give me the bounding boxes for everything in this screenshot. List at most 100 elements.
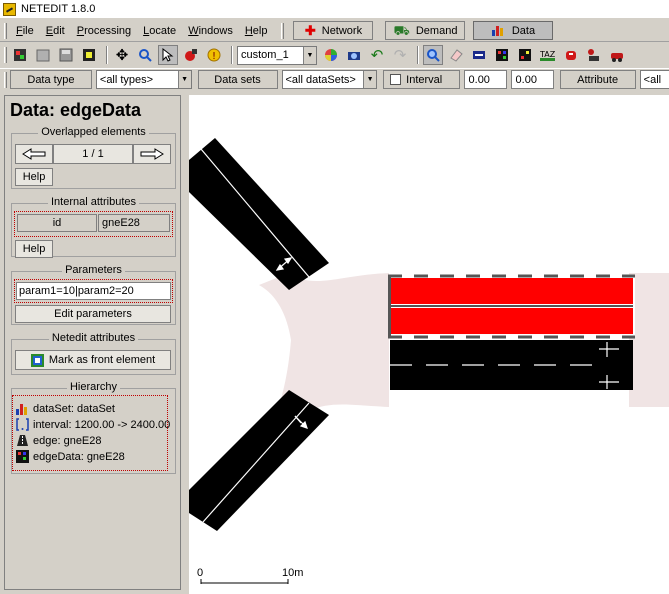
parameters-title: Parameters xyxy=(62,264,125,276)
dataset-icon xyxy=(16,402,29,415)
color-wheel-icon[interactable] xyxy=(321,45,341,65)
edge-icon xyxy=(16,434,29,447)
menu-windows[interactable]: Windows xyxy=(182,25,239,37)
data-type-select[interactable]: <all types> ▼ xyxy=(95,70,192,89)
data-type-button[interactable]: Data type xyxy=(9,70,92,89)
netedit-attributes-group: Netedit attributes Mark as front element xyxy=(11,332,176,375)
svg-text:!: ! xyxy=(212,51,216,62)
network-icon: ✚ xyxy=(304,23,316,38)
edge-upper-left[interactable] xyxy=(189,138,329,290)
menu-bar: File Edit Processing Locate Windows Help… xyxy=(0,20,669,42)
data-filter-bar: Data type <all types> ▼ Data sets <all d… xyxy=(0,68,669,90)
data-sets-button[interactable]: Data sets xyxy=(197,70,278,89)
menu-help[interactable]: Help xyxy=(239,25,274,37)
delete-data-icon[interactable] xyxy=(181,45,201,65)
hierarchy-item-interval[interactable]: interval: 1200.00 -> 2400.00 xyxy=(16,417,170,432)
eraser-delete-icon[interactable] xyxy=(446,45,466,65)
inspect-move-icon[interactable]: ✥ xyxy=(112,45,132,65)
screenshot-camera-icon[interactable] xyxy=(344,45,364,65)
network-canvas[interactable]: 0 10m xyxy=(189,95,669,594)
parameters-field[interactable]: param1=10|param2=20 xyxy=(16,282,171,300)
netedit-title: Netedit attributes xyxy=(48,332,139,344)
interval-icon xyxy=(16,418,29,431)
delete-mode-icon[interactable] xyxy=(561,45,581,65)
overlapped-elements-group: Overlapped elements 1 / 1 Help xyxy=(11,126,176,189)
arrow-left-icon xyxy=(22,148,46,160)
mark-front-element-button[interactable]: Mark as front element xyxy=(15,350,171,370)
front-element-icon xyxy=(30,353,44,367)
main-toolbar: ✥ ! custom_1 ▼ ↶ ↷ TAZ xyxy=(0,43,669,67)
menu-separator xyxy=(281,22,285,39)
parameters-group: Parameters param1=10|param2=20 Edit para… xyxy=(11,264,176,325)
network-mode-button[interactable]: ✚ Network xyxy=(293,21,374,40)
zoom-search-icon[interactable] xyxy=(135,45,155,65)
hierarchy-item-dataset[interactable]: dataSet: dataSet xyxy=(16,401,115,416)
internal-title: Internal attributes xyxy=(48,196,139,208)
chevron-down-icon: ▼ xyxy=(363,71,377,88)
internal-help-button[interactable]: Help xyxy=(15,240,53,258)
previous-arrow-button[interactable] xyxy=(15,144,53,164)
save-as-icon[interactable] xyxy=(79,45,99,65)
select-pointer-icon[interactable] xyxy=(158,45,178,65)
select-mode-icon[interactable] xyxy=(469,45,489,65)
hierarchy-item-edgedata[interactable]: edgeData: gneE28 xyxy=(16,449,125,464)
arrow-right-icon xyxy=(140,148,164,160)
data-icon xyxy=(491,24,506,38)
overlap-counter: 1 / 1 xyxy=(53,144,133,164)
attribute-button[interactable]: Attribute xyxy=(559,70,636,89)
window-title: NETEDIT 1.8.0 xyxy=(21,3,96,15)
interval-begin-field[interactable]: 0.00 xyxy=(463,70,507,89)
info-icon[interactable]: ! xyxy=(204,45,224,65)
inspect-mode-icon[interactable] xyxy=(423,45,443,65)
id-value-field[interactable]: gneE28 xyxy=(98,214,170,232)
menu-grip xyxy=(4,22,7,39)
save-icon[interactable] xyxy=(56,45,76,65)
internal-attributes-group: Internal attributes id gneE28 Help xyxy=(11,196,176,258)
menu-processing[interactable]: Processing xyxy=(71,25,137,37)
redo-icon[interactable]: ↷ xyxy=(390,45,410,65)
svg-text:TAZ: TAZ xyxy=(540,50,556,59)
edge-gneE28-selected[interactable] xyxy=(388,274,635,339)
data-mode-button[interactable]: Data xyxy=(473,21,554,40)
menu-file[interactable]: File xyxy=(10,25,40,37)
edge-data-frame: Data: edgeData Overlapped elements 1 / 1… xyxy=(4,95,181,590)
scale-bar: 0 10m xyxy=(197,567,303,584)
new-network-icon[interactable] xyxy=(10,45,30,65)
vehicle-type-icon[interactable] xyxy=(607,45,627,65)
scale-start-label: 0 xyxy=(197,567,203,579)
network-view[interactable]: 0 10m xyxy=(189,95,669,594)
edge-right-lower[interactable] xyxy=(390,340,633,390)
color-scheme-select[interactable]: custom_1 ▼ xyxy=(237,45,317,65)
demand-mode-button[interactable]: ⛟ Demand xyxy=(385,21,466,40)
data-sets-select[interactable]: <all dataSets> ▼ xyxy=(281,70,378,89)
toolbar-separator-2 xyxy=(231,46,233,64)
open-network-icon[interactable] xyxy=(33,45,53,65)
edit-parameters-button[interactable]: Edit parameters xyxy=(15,305,171,323)
menu-edit[interactable]: Edit xyxy=(40,25,71,37)
edge-rel-data-icon[interactable] xyxy=(515,45,535,65)
overlapped-title: Overlapped elements xyxy=(38,126,149,138)
attribute-select[interactable]: <all xyxy=(639,70,669,89)
chevron-down-icon: ▼ xyxy=(177,71,191,88)
edge-data-icon[interactable] xyxy=(492,45,512,65)
taz-data-icon[interactable]: TAZ xyxy=(538,45,558,65)
edge-lower-left[interactable] xyxy=(189,390,329,531)
filterbar-grip xyxy=(4,71,7,88)
hierarchy-group: Hierarchy dataSet: dataSet interval: 120… xyxy=(11,381,176,474)
overlapped-help-button[interactable]: Help xyxy=(15,168,53,186)
edgedata-icon xyxy=(16,450,29,463)
chevron-down-icon: ▼ xyxy=(303,46,316,64)
interval-checkbox[interactable] xyxy=(390,74,402,85)
undo-icon[interactable]: ↶ xyxy=(367,45,387,65)
scale-end-label: 10m xyxy=(282,567,303,579)
interval-end-field[interactable]: 0.00 xyxy=(510,70,554,89)
menu-locate[interactable]: Locate xyxy=(137,25,182,37)
demand-icon: ⛟ xyxy=(393,23,410,38)
netedit-logo-icon xyxy=(3,2,16,16)
hierarchy-title: Hierarchy xyxy=(66,381,121,393)
hierarchy-item-edge[interactable]: edge: gneE28 xyxy=(16,433,102,448)
frame-title: Data: edgeData xyxy=(10,100,142,120)
interval-toggle[interactable]: Interval xyxy=(383,70,460,89)
next-arrow-button[interactable] xyxy=(133,144,171,164)
person-vehicle-icon[interactable] xyxy=(584,45,604,65)
